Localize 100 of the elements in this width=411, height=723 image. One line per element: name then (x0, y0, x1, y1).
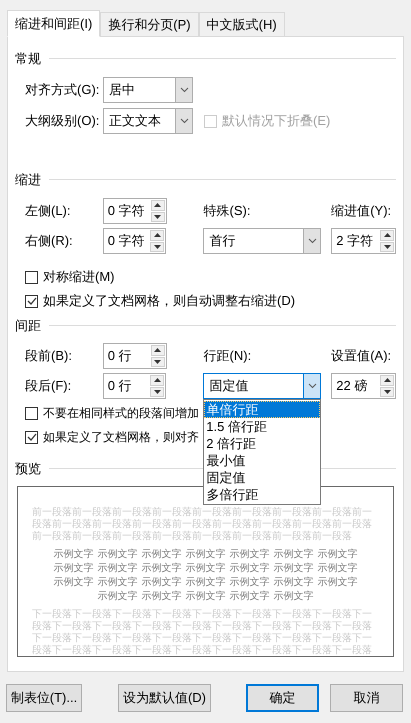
spin-down-button[interactable] (150, 242, 164, 252)
down-triangle-icon (384, 390, 390, 394)
down-triangle-icon (154, 244, 161, 249)
dialog-button[interactable]: 制表位(T)... (6, 684, 82, 712)
preview-sample-text: 示例文字 (142, 590, 182, 604)
checkbox[interactable] (25, 294, 38, 308)
down-triangle-icon (154, 214, 162, 219)
select-field[interactable]: 首行 (203, 228, 322, 254)
section-heading: 间距 (15, 318, 41, 332)
chevron-down-icon (308, 383, 317, 389)
down-triangle-icon (154, 390, 161, 394)
field-label: 右侧(R): (25, 232, 73, 250)
spin-up-button[interactable] (150, 375, 164, 386)
spin-up-button[interactable] (150, 345, 165, 356)
chevron-down-icon (308, 238, 317, 244)
down-triangle-icon (154, 360, 162, 364)
preview-sample-text: 示例文字 (98, 548, 138, 562)
field-label: 段前(B): (25, 346, 72, 365)
up-triangle-icon (154, 233, 161, 238)
preview-sample-text: 示例文字 (274, 590, 314, 604)
section-heading: 缩进 (15, 172, 41, 186)
down-triangle-icon (384, 244, 390, 249)
checkbox-label: 如果定义了文档网格，则自动调整右缩进(D) (43, 292, 296, 310)
checkbox[interactable] (25, 430, 38, 444)
spin-up-button[interactable] (380, 230, 394, 240)
preview-sample-text: 示例文字 (318, 548, 358, 562)
dropdown-option[interactable]: 固定值 (204, 469, 320, 486)
number-field[interactable]: 22 磅 (331, 373, 396, 399)
checkbox-label: 对称缩进(M) (43, 268, 114, 286)
up-triangle-icon (154, 378, 161, 382)
field-label: 行距(N): (204, 346, 252, 365)
spin-down-button[interactable] (380, 242, 394, 252)
field-label: 左侧(L): (25, 202, 70, 220)
spin-down-button[interactable] (380, 386, 394, 397)
chevron-down-icon (180, 118, 188, 124)
field-label: 设置值(A): (331, 346, 392, 365)
section-heading: 预览 (15, 462, 41, 474)
dialog-button[interactable]: 确定 (246, 684, 319, 712)
preview-sample-text: 示例文字 (274, 562, 314, 576)
field-label: 大纲级别(O): (25, 112, 100, 130)
preview-sample-text: 示例文字 (54, 562, 94, 576)
preview-sample-text: 示例文字 (274, 576, 314, 590)
number-field[interactable]: 0 字符 (102, 228, 166, 254)
preview-sample-text: 示例文字 (186, 590, 226, 604)
preview-sample-text: 示例文字 (142, 562, 182, 576)
checkbox-label: 不要在相同样式的段落间增加 (43, 405, 199, 422)
preview-sample-text: 示例文字 (142, 548, 182, 562)
dropdown-option[interactable]: 多倍行距 (204, 486, 320, 503)
select-field[interactable]: 固定值 (203, 373, 322, 399)
chevron-down-icon (180, 87, 188, 93)
preview-sample-text: 示例文字 (186, 562, 226, 576)
spin-down-button[interactable] (150, 356, 165, 367)
spin-down-button[interactable] (150, 212, 165, 222)
number-field[interactable]: 0 字符 (102, 198, 167, 224)
checkbox[interactable] (25, 406, 38, 420)
preview-sample-text: 示例文字 (318, 576, 358, 590)
dropdown-option[interactable]: 1.5 倍行距 (204, 418, 320, 435)
preview-sample-text: 示例文字 (186, 576, 226, 590)
spin-up-button[interactable] (380, 375, 394, 386)
tab[interactable]: 缩进和间距(I) (7, 10, 100, 37)
tab[interactable]: 换行和分页(P) (100, 12, 199, 36)
preview-sample-text: 示例文字 (98, 576, 138, 590)
preview-sample-text: 示例文字 (230, 590, 270, 604)
checkmark-icon (26, 433, 36, 441)
number-field[interactable]: 2 字符 (331, 228, 396, 254)
preview-sample-text: 示例文字 (230, 562, 270, 576)
dialog-button[interactable]: 设为默认值(D) (118, 684, 211, 712)
number-field[interactable]: 0 行 (102, 373, 166, 399)
up-triangle-icon (384, 233, 390, 238)
checkbox[interactable] (25, 270, 38, 284)
preview-sample-text: 示例文字 (186, 548, 226, 562)
checkbox-label: 如果定义了文档网格，则对齐 (43, 429, 199, 446)
dropdown-option[interactable]: 2 倍行距 (204, 435, 320, 452)
field-label: 缩进值(Y): (331, 202, 392, 220)
checkbox-label: 默认情况下折叠(E) (222, 112, 330, 130)
select-field[interactable]: 居中 (103, 77, 193, 103)
preview-sample-text: 示例文字 (54, 576, 94, 590)
select-field[interactable]: 正文文本 (103, 108, 193, 134)
section-heading: 常规 (15, 52, 41, 64)
checkmark-icon (26, 297, 36, 305)
preview-sample-text: 示例文字 (318, 562, 358, 576)
up-triangle-icon (154, 203, 162, 208)
up-triangle-icon (384, 378, 390, 382)
dialog-button[interactable]: 取消 (330, 684, 403, 712)
spin-down-button[interactable] (150, 386, 164, 397)
up-triangle-icon (154, 348, 162, 352)
dropdown-option[interactable]: 最小值 (204, 452, 320, 469)
number-field[interactable]: 0 行 (102, 343, 167, 369)
tab[interactable]: 中文版式(H) (198, 12, 285, 36)
spin-up-button[interactable] (150, 230, 164, 240)
field-label: 对齐方式(G): (25, 81, 100, 100)
preview-sample-text: 示例文字 (98, 562, 138, 576)
preview-sample-text: 示例文字 (230, 576, 270, 590)
field-label: 特殊(S): (204, 202, 250, 220)
dropdown-option[interactable]: 单倍行距 (204, 401, 320, 418)
preview-sample-text: 示例文字 (274, 548, 314, 562)
preview-sample-text: 示例文字 (230, 548, 270, 562)
field-label: 段后(F): (25, 377, 72, 396)
spin-up-button[interactable] (150, 200, 165, 210)
preview-sample-text: 示例文字 (98, 590, 138, 604)
